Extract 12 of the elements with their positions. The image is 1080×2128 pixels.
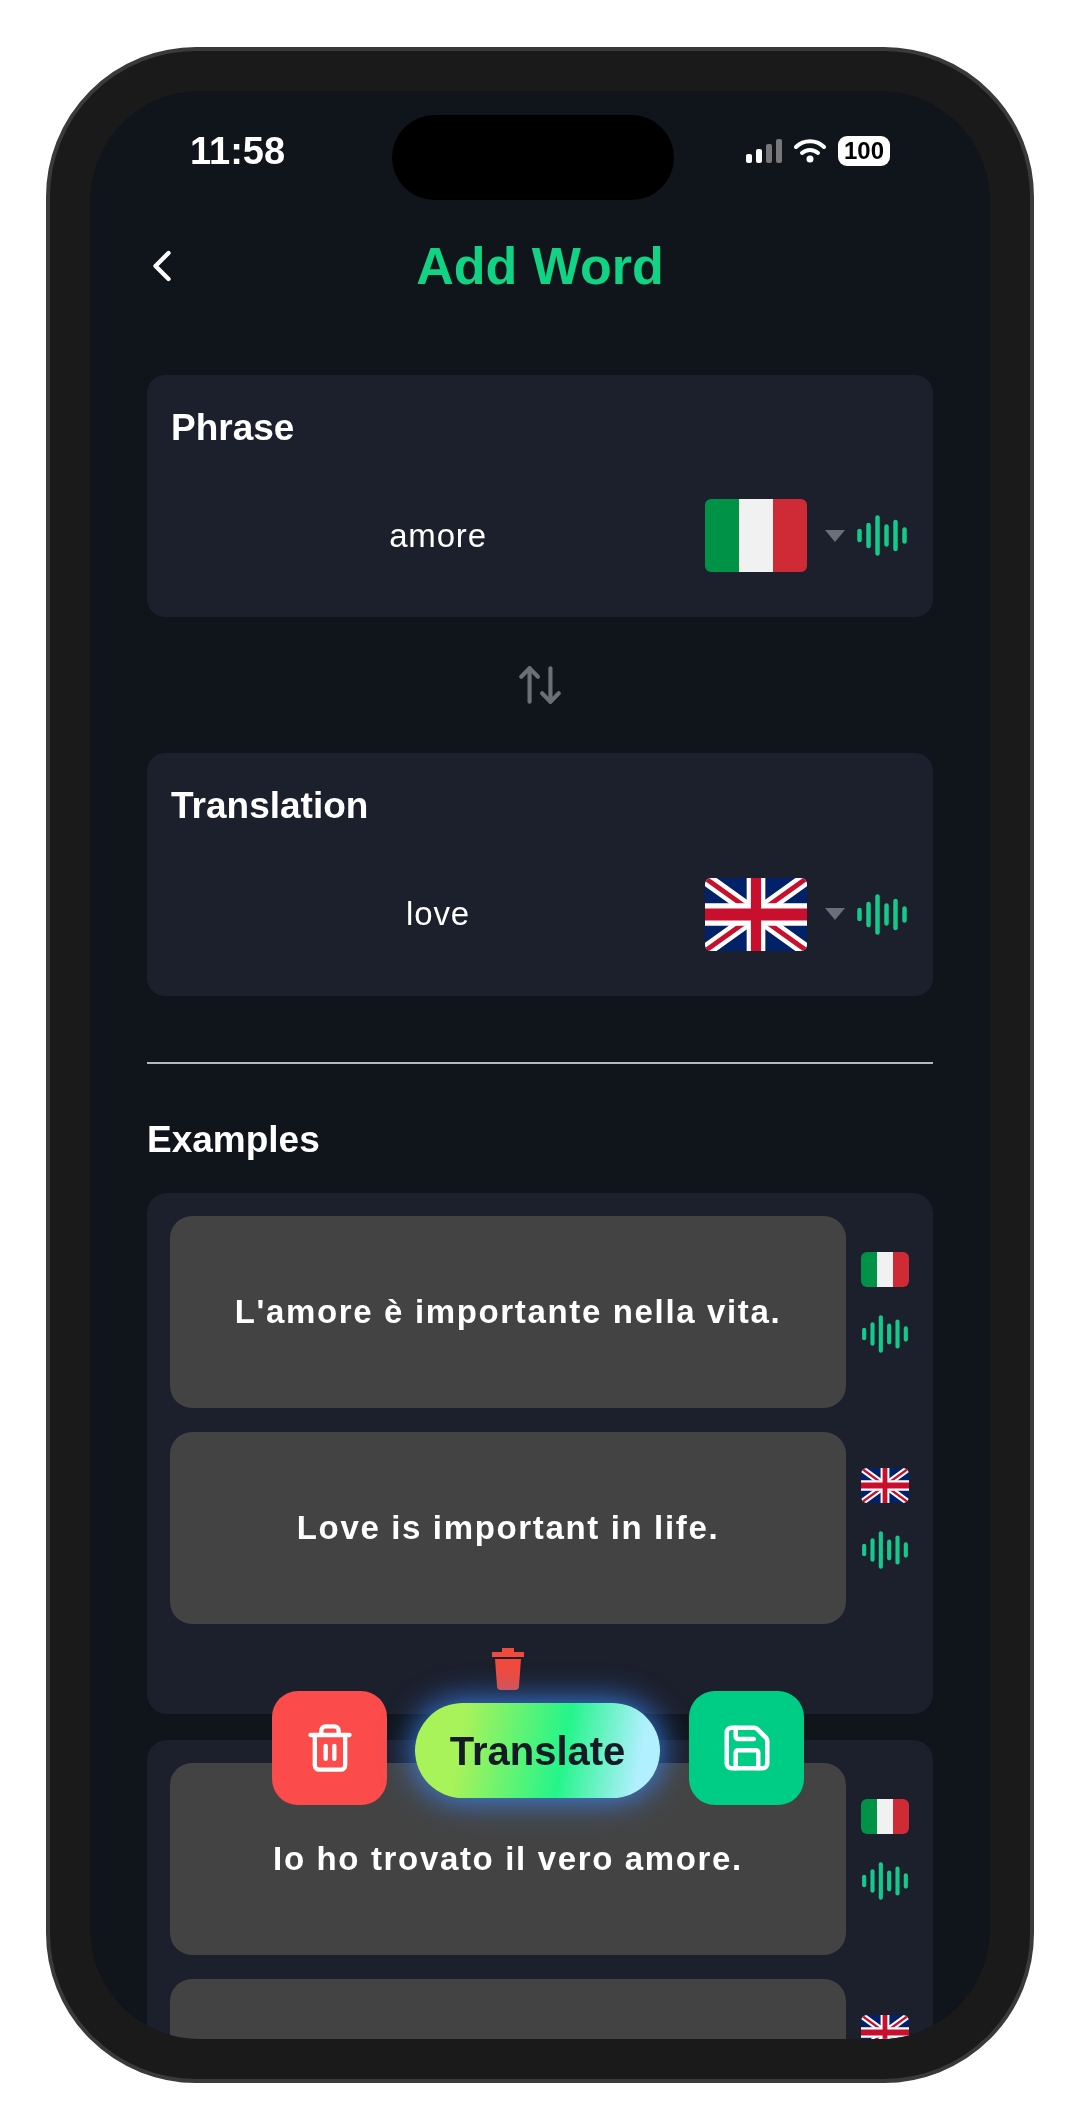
status-time: 11:58 (190, 128, 286, 174)
card-label: Translation (171, 784, 369, 829)
word-value[interactable]: love (406, 889, 470, 939)
page-title: Add Word (416, 236, 664, 297)
card-label: Phrase (171, 406, 295, 450)
example-sentence: Io ho trovato il vero amore. (273, 1839, 743, 1880)
example-sentence: L'amore è importante nella vita. (234, 1292, 782, 1333)
translate-button[interactable]: Translate (415, 1703, 660, 1798)
word-value[interactable]: amore (389, 511, 487, 561)
example-sentence: Love is important in life. (296, 1508, 720, 1549)
battery-level: 100 (837, 136, 890, 166)
section-title: Examples (147, 1117, 321, 1162)
